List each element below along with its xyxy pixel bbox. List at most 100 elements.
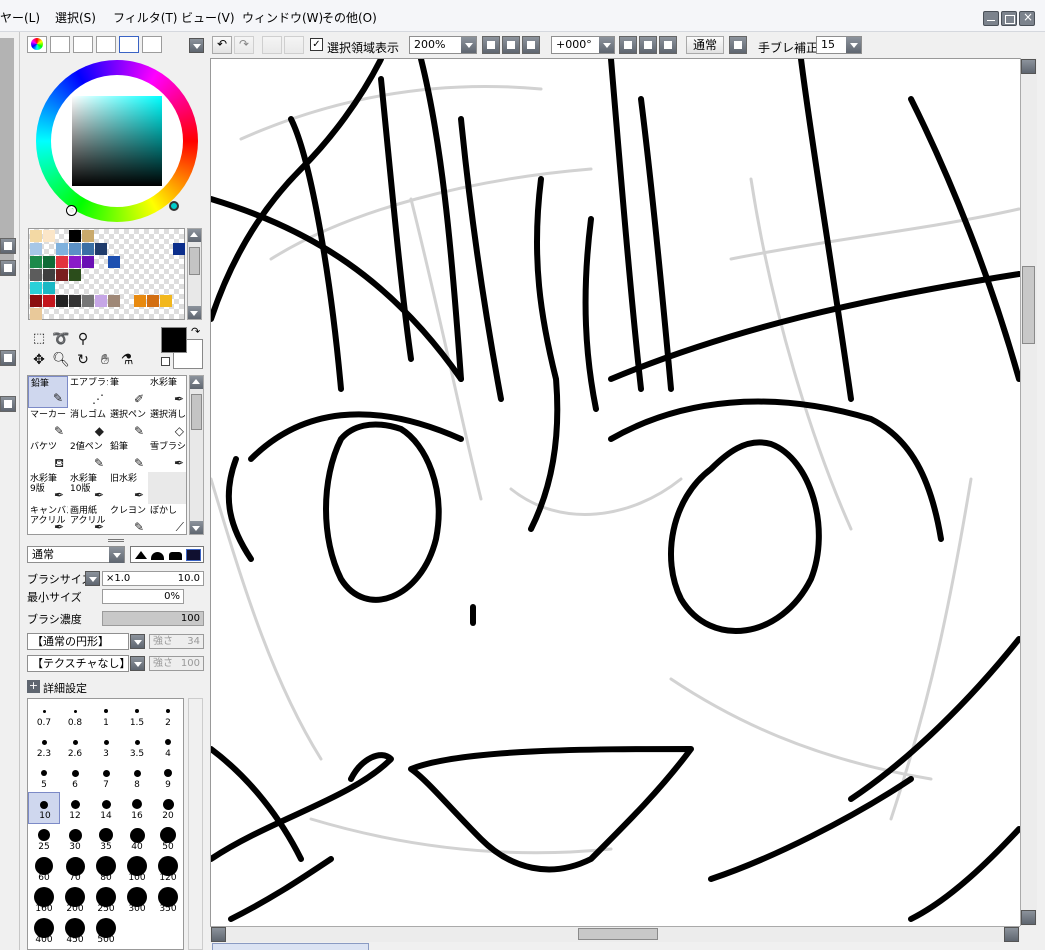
brush-blend-select[interactable]: 通常 [27,546,125,563]
scratchpad-mode-button[interactable] [142,36,162,53]
brush-size-preset[interactable]: 8 [121,761,153,793]
foreground-color[interactable] [161,327,187,353]
brush-size-preset[interactable]: 16 [121,792,153,824]
hsv-slider-mode-button[interactable] [73,36,93,53]
color-swatch[interactable] [147,295,159,307]
brush-size-preset[interactable]: 50 [152,823,183,855]
brush-size-preset[interactable]: 100 [121,854,153,886]
swatch-grid-mode-button[interactable] [119,36,139,53]
rgb-slider-mode-button[interactable] [50,36,70,53]
color-swatch[interactable] [69,230,81,242]
rotation-select[interactable]: +000° [551,36,615,54]
brush-tool[interactable]: 水彩筆 ✒ [148,376,186,408]
color-swatch[interactable] [30,308,42,320]
scroll-left-button[interactable] [211,927,226,942]
color-swatch[interactable] [56,295,68,307]
brush-scrollbar[interactable] [189,375,204,535]
color-swatch[interactable] [69,295,81,307]
drawing-canvas[interactable] [210,58,1020,926]
brush-size-preset[interactable]: 2.6 [59,730,91,762]
brush-size-preset[interactable]: 2 [152,699,183,731]
color-wheel-mode-button[interactable] [27,36,47,53]
brush-shape-select[interactable]: 【通常の円形】 [27,633,129,650]
brush-size-preset[interactable]: 35 [90,823,122,855]
menu-selection[interactable]: 選択(S) [55,9,96,26]
texture-dropdown[interactable] [130,656,145,671]
brush-size-field[interactable]: ×1.0 10.0 [102,571,204,586]
color-swatch[interactable] [30,230,42,242]
layer-button[interactable] [0,396,16,412]
brush-size-preset[interactable]: 450 [59,916,91,948]
color-swatch[interactable] [43,230,55,242]
document-tab[interactable] [212,943,369,950]
color-swatch[interactable] [56,243,68,255]
rotate-right-button[interactable] [639,36,657,54]
menu-view[interactable]: ビュー(V) [181,9,235,26]
min-size-field[interactable]: 0% [102,589,184,604]
canvas-horizontal-scrollbar[interactable] [210,926,1020,942]
color-swatch[interactable] [56,269,68,281]
color-wheel[interactable] [36,60,198,222]
color-swatch[interactable] [108,256,120,268]
brush-size-preset[interactable]: 0.7 [28,699,60,731]
brush-tool[interactable]: 旧水彩 ✒ [108,472,148,504]
brush-size-preset[interactable]: 250 [90,885,122,917]
density-slider[interactable]: 100 [102,611,204,626]
panel-splitter[interactable] [108,539,124,542]
zoom-reset-button[interactable] [522,36,540,54]
brush-size-preset[interactable]: 400 [28,916,60,948]
canvas-vertical-scrollbar[interactable] [1020,58,1037,926]
color-swatches[interactable] [28,228,185,320]
brush-tool[interactable]: 2値ペン ✎ [68,440,108,472]
brush-size-preset[interactable]: 10 [28,792,60,824]
color-swatch[interactable] [30,282,42,294]
color-swatch[interactable] [69,269,81,281]
color-swatch[interactable] [160,295,172,307]
move-icon[interactable]: ✥ [29,350,49,370]
brush-size-preset[interactable]: 200 [59,885,91,917]
color-swatch[interactable] [30,269,42,281]
brush-size-preset[interactable]: 14 [90,792,122,824]
vertical-scroll-thumb[interactable] [1022,266,1035,344]
brush-size-preset[interactable]: 7 [90,761,122,793]
rotate-reset-button[interactable] [659,36,677,54]
color-swatch[interactable] [56,256,68,268]
color-swatch[interactable] [69,243,81,255]
brush-tool[interactable]: 選択ペン ✎ [108,408,148,440]
swatch-scrollbar[interactable] [187,228,202,320]
hue-marker[interactable] [169,201,179,211]
size-scrollbar[interactable] [188,698,203,950]
brush-size-preset[interactable]: 3 [90,730,122,762]
color-swatch[interactable] [43,282,55,294]
brush-size-preset[interactable]: 300 [121,885,153,917]
show-selection-checkbox[interactable]: ✓ [310,38,323,51]
scroll-right-button[interactable] [1004,927,1019,942]
restore-button[interactable] [1001,11,1017,26]
brush-tool[interactable]: 鉛筆 ✎ [28,376,68,408]
lasso-icon[interactable]: ➰ [51,329,71,349]
swatch-mode-button[interactable] [96,36,116,53]
round-edge-icon[interactable] [151,552,164,560]
brush-size-preset[interactable]: 80 [90,854,122,886]
brush-tool[interactable]: マーカー ✎ [28,408,68,440]
brush-tool[interactable]: 筆 ✐ [108,376,148,408]
minimize-button[interactable] [983,11,999,26]
color-swatch[interactable] [82,295,94,307]
magic-wand-icon[interactable]: ⚲ [73,329,93,349]
square-edge-icon[interactable] [186,549,201,561]
invert-selection-button[interactable] [284,36,304,54]
color-swatch[interactable] [30,243,42,255]
undo-button[interactable]: ↶ [212,36,232,54]
rect-select-icon[interactable]: ⬚ [29,329,49,349]
deselect-button[interactable] [262,36,282,54]
brush-size-preset[interactable]: 40 [121,823,153,855]
color-swatch[interactable] [43,256,55,268]
expand-plus-icon[interactable]: + [27,680,40,693]
blend-mode-button[interactable]: 通常 [686,36,724,54]
swap-colors-icon[interactable]: ↷ [191,325,200,338]
brush-size-preset[interactable]: 4 [152,730,183,762]
brush-slot-empty[interactable] [148,472,186,504]
hand-icon[interactable]: ✋︎ [95,350,115,370]
color-swatch[interactable] [82,243,94,255]
brush-tool[interactable]: 水彩筆 10版 ✒ [68,472,108,504]
